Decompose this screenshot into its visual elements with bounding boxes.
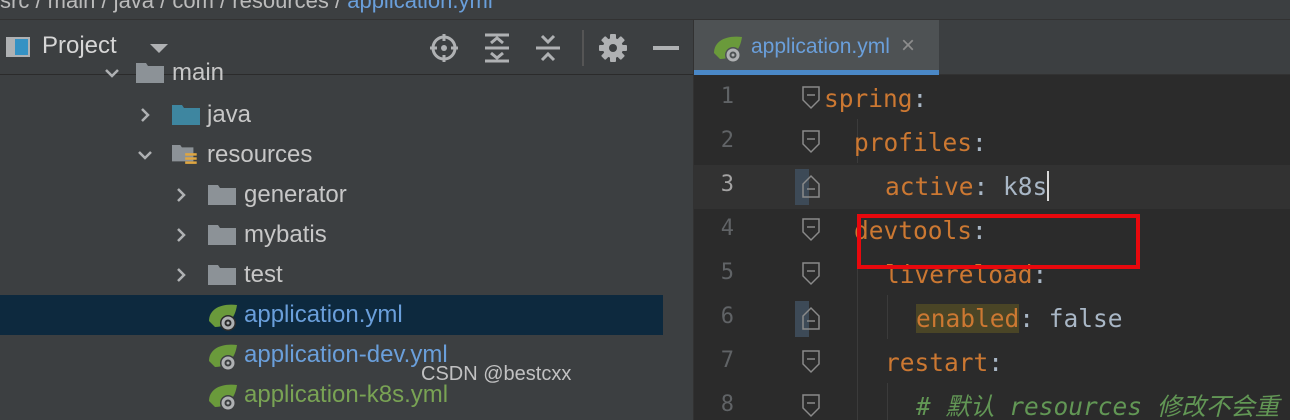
tree-item-application-yml[interactable]: application.yml — [0, 295, 663, 335]
tree-item-label: main — [172, 59, 225, 86]
line-number: 6 — [720, 304, 734, 329]
code-line-7: restart: — [885, 341, 1003, 385]
tree-item-label: mybatis — [244, 221, 327, 248]
fold-start-icon[interactable] — [802, 218, 820, 242]
chevron-right-icon[interactable] — [173, 187, 189, 203]
spring-leaf-icon — [209, 304, 237, 331]
line-number: 8 — [720, 392, 734, 417]
spring-leaf-icon — [209, 384, 237, 411]
line-number-current: 3 — [720, 172, 734, 197]
breadcrumb: src / main / java / com / resources / ap… — [0, 0, 1290, 20]
source-folder-icon — [172, 105, 200, 125]
tree-item-label: test — [244, 261, 283, 288]
chevron-down-icon[interactable] — [150, 44, 168, 53]
yaml-key: restart — [885, 348, 989, 377]
chevron-right-icon[interactable] — [137, 107, 153, 123]
tree-item-main[interactable]: main — [0, 53, 663, 93]
editor-tab-bar: application.yml × — [694, 20, 1290, 75]
tree-item-java[interactable]: java — [0, 95, 663, 135]
folder-icon — [208, 185, 236, 205]
tree-item-label: resources — [207, 141, 313, 168]
tree-item-label: generator — [244, 181, 347, 208]
chevron-right-icon[interactable] — [173, 227, 189, 243]
yaml-value: : k8s — [973, 172, 1048, 201]
tab-application-yml[interactable]: application.yml × — [694, 20, 939, 75]
code-line-3: active: k8s — [885, 165, 1050, 209]
project-panel: Project main java resources generator my… — [0, 20, 693, 420]
folder-icon — [136, 63, 164, 83]
chevron-down-icon[interactable] — [137, 147, 153, 163]
tab-label: application.yml — [751, 35, 890, 58]
tree-item-mybatis[interactable]: mybatis — [0, 215, 663, 255]
code-line-1: spring: — [824, 77, 927, 121]
breadcrumb-path[interactable]: src / main / java / com / resources / — [0, 0, 347, 13]
line-number: 4 — [720, 216, 734, 241]
indent-guide — [887, 383, 888, 420]
editor-panel: application.yml × 1 2 3 4 5 6 7 8 spring — [693, 20, 1290, 420]
code-line-8: # 默认 resources 修改不会重 — [916, 385, 1279, 420]
spring-leaf-icon — [209, 344, 237, 371]
code-line-2: profiles: — [854, 121, 987, 165]
tree-item-label: application-dev.yml — [244, 341, 448, 368]
resources-folder-icon — [172, 144, 197, 164]
chevron-right-icon[interactable] — [173, 267, 189, 283]
fold-end-icon[interactable] — [802, 174, 820, 198]
fold-start-icon[interactable] — [802, 130, 820, 154]
tree-item-label: application-k8s.yml — [244, 381, 449, 408]
line-number: 7 — [720, 348, 734, 373]
yaml-key-highlighted: enabled — [916, 304, 1020, 333]
tree-item-generator[interactable]: generator — [0, 175, 663, 215]
code-area[interactable]: 1 2 3 4 5 6 7 8 spring: profiles: active… — [694, 75, 1290, 420]
yaml-colon: : — [972, 128, 987, 157]
yaml-comment: # 默认 resources 修改不会重 — [916, 392, 1280, 420]
fold-end-icon[interactable] — [802, 306, 820, 330]
tree-item-test[interactable]: test — [0, 255, 663, 295]
watermark: CSDN @bestcxx — [421, 363, 572, 385]
spring-leaf-icon — [714, 36, 742, 63]
text-caret — [1047, 171, 1050, 201]
yaml-key: profiles — [854, 128, 973, 157]
line-number: 1 — [720, 84, 734, 109]
tree-item-label: java — [207, 101, 252, 128]
line-number: 5 — [720, 260, 734, 285]
yaml-colon: : — [912, 84, 928, 113]
yaml-key: active — [885, 172, 974, 201]
tree-item-resources[interactable]: resources — [0, 135, 663, 175]
yaml-key: spring — [824, 84, 913, 113]
fold-start-icon[interactable] — [802, 394, 820, 418]
line-number: 2 — [720, 128, 734, 153]
annotation-highlight-box — [857, 214, 1140, 269]
scrollbar-track[interactable] — [663, 75, 693, 420]
close-icon[interactable]: × — [901, 32, 915, 60]
folder-icon — [208, 265, 236, 285]
folder-icon — [208, 225, 236, 245]
indent-guide — [887, 295, 888, 339]
fold-start-icon[interactable] — [802, 350, 820, 374]
chevron-down-icon[interactable] — [104, 65, 120, 81]
breadcrumb-current-file[interactable]: application.yml — [347, 0, 493, 13]
code-line-6: enabled: false — [916, 297, 1123, 341]
yaml-colon: : — [988, 348, 1004, 377]
indent-guide — [857, 251, 858, 420]
yaml-value: : false — [1019, 304, 1123, 333]
fold-start-icon[interactable] — [802, 262, 820, 286]
fold-start-icon[interactable] — [802, 86, 820, 110]
tree-item-label: application.yml — [244, 301, 403, 328]
